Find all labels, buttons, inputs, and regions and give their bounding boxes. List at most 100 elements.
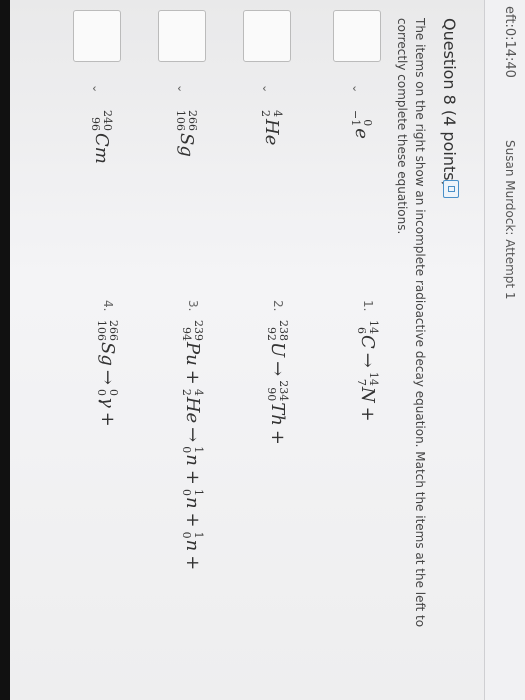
element-symbol: Pu [182,342,203,366]
atomic-number: 94 [180,327,193,341]
element-symbol: Th [267,402,288,426]
mass-number: 238 [277,320,290,341]
atomic-number: 0 [95,388,108,396]
mass-number: 1 [192,446,205,454]
chevron-down-icon[interactable]: ⌄ [260,84,273,93]
nuclide-numbers: 266 106 [174,110,199,131]
atomic-number: 2 [180,388,193,396]
mass-number: 14 [367,371,380,386]
quiz-header: eft:0:14:40 Susan Murdock: Attempt 1 [484,0,525,700]
nuclide-numbers: 14 6 [355,320,380,334]
decay-equation: 238 92U → 234 90Th + [265,320,290,449]
element-symbol: He [182,396,203,424]
question-body: Question 8 (4 points) The items on the r… [10,0,485,700]
answer-select[interactable] [73,10,121,62]
equation-operator: + [357,406,378,422]
element-symbol: N [357,386,378,403]
equation-operator: + [182,369,203,385]
atomic-number: 6 [355,327,368,334]
flag-question-icon[interactable] [443,180,459,198]
atomic-number: 92 [265,327,278,341]
nuclide-numbers: 42 [259,110,284,117]
atomic-number: 106 [95,320,108,341]
element-symbol: γ [97,396,118,408]
equation-number: 1. [361,300,375,312]
matching-row: ⌄ 266 106Sg 3. 239 94Pu+4 2He→1 0n+1 0n+1 0n+ [140,0,210,700]
nuclide-numbers: 239 94 [180,320,205,341]
answer-select[interactable] [243,10,291,62]
nuclide-numbers: 0 −1 [349,110,374,127]
equation-number: 2. [271,300,285,312]
element-symbol: U [267,342,288,358]
atomic-number: 7 [355,378,368,386]
element-symbol: He [261,119,282,146]
nuclide-numbers: 42 [180,388,205,396]
chevron-down-icon[interactable]: ⌄ [175,84,188,93]
nuclide-numbers: 240 96 [89,110,114,131]
photo-of-screen: eft:0:14:40 Susan Murdock: Attempt 1 Que… [0,0,525,700]
answer-item: 240 96Cm [89,110,114,164]
equation-operator: → [267,361,288,377]
mass-number: 266 [107,320,120,341]
atomic-number: 2 [259,110,272,117]
equation-operator: → [97,369,118,385]
nuclide-numbers: 10 [180,488,205,496]
mass-number: 1 [192,531,205,539]
nuclide-numbers: 266 106 [95,320,120,341]
monitor-bezel [0,0,10,700]
equation-number: 3. [186,300,200,312]
answer-select[interactable] [158,10,206,62]
mass-number: 4 [271,110,284,117]
equation-operator: + [267,429,288,445]
decay-equation: 14 6C→14 7N+ [355,320,380,426]
atomic-number: 96 [89,117,102,131]
nuclide-numbers: 14 7 [355,371,380,386]
attempt-label: Susan Murdock: Attempt 1 [503,140,517,300]
element-symbol: Sg [176,133,197,157]
answer-item: 0 −1e [349,110,374,139]
equation-operator: + [182,512,203,528]
mass-number: 1 [192,488,205,496]
matching-row: ⌄ 4 2 He 2. 238 92U → 234 90Th + [225,0,295,700]
question-title: Question 8 (4 points) [440,18,459,187]
nuclide-numbers: 238 92 [265,320,290,341]
answer-select[interactable] [333,10,381,62]
nuclide-numbers: 00 [95,388,120,396]
element-symbol: Cm [91,133,112,164]
mass-number: 0 [361,119,374,127]
atomic-number: 0 [180,446,193,454]
mass-number: 14 [367,320,380,334]
atomic-number: −1 [349,110,362,127]
atomic-number: 106 [174,110,187,131]
atomic-number: 0 [180,531,193,539]
equation-operator: + [97,411,118,427]
answer-item: 4 2 He [259,110,284,146]
equation-operator: → [182,427,203,443]
equation-number: 4. [101,300,115,312]
equation-operator: + [182,555,203,571]
nuclide-numbers: 10 [180,446,205,454]
element-symbol: C [357,335,378,349]
element-symbol: Sg [97,342,118,366]
nuclide-numbers: 10 [180,531,205,539]
time-remaining: eft:0:14:40 [502,6,517,78]
element-symbol: n [182,496,203,509]
mass-number: 239 [192,320,205,341]
answer-item: 266 106Sg [174,110,199,157]
mass-number: 266 [186,110,199,131]
matching-row: ⌄ 240 96Cm 4. 266 106Sg→0 0γ+ [55,0,125,700]
element-symbol: n [182,539,203,552]
chevron-down-icon[interactable]: ⌄ [350,84,363,93]
mass-number: 240 [101,110,114,131]
nuclide-numbers: 234 90 [265,380,290,402]
element-symbol: n [182,454,203,466]
atomic-number: 90 [265,387,278,402]
atomic-number: 0 [180,488,193,496]
equation-operator: + [182,469,203,485]
question-instructions: The items on the right show an incomplet… [395,18,427,628]
decay-equation: 266 106Sg → 0 0γ + [95,320,120,431]
chevron-down-icon[interactable]: ⌄ [90,84,103,93]
decay-equation: 239 94Pu+4 2He→1 0n+1 0n+1 0n+ [180,320,205,574]
element-symbol: e [351,128,372,139]
mass-number: 4 [192,388,205,396]
